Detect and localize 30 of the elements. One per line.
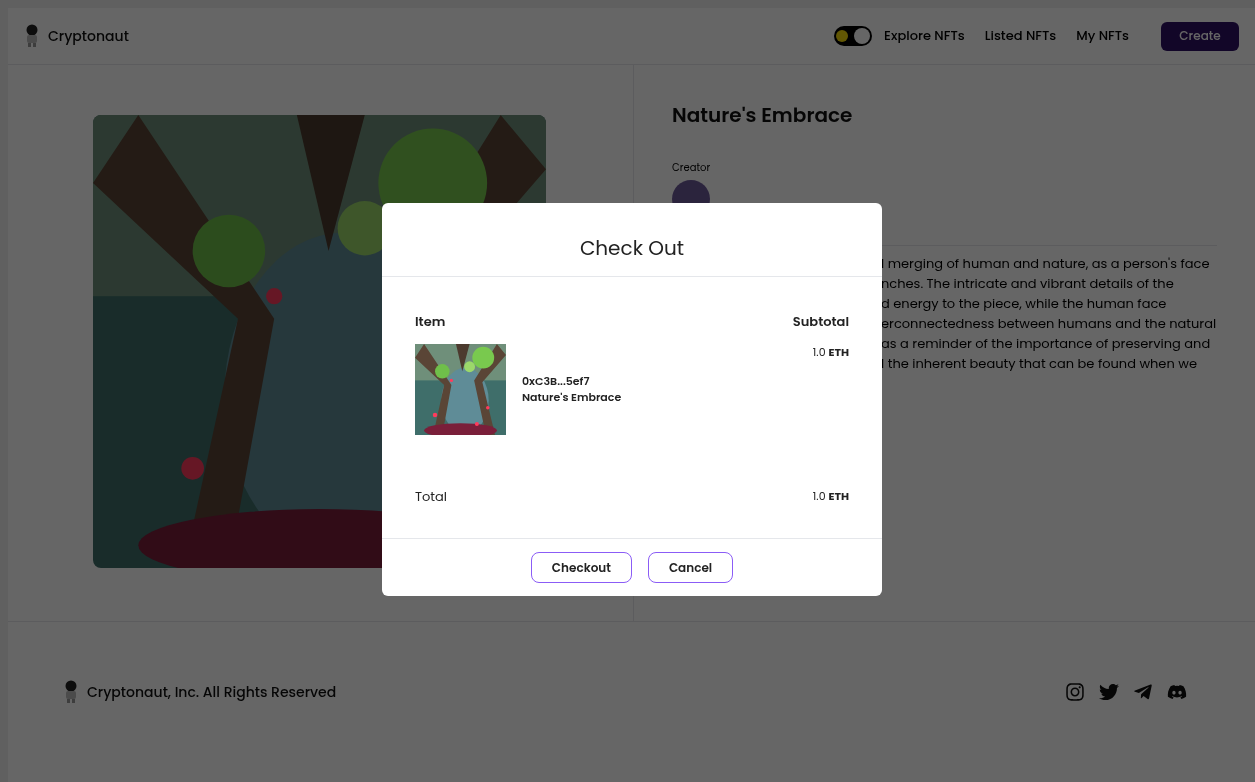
description-line: d energy to the piece, while the human face: [881, 294, 1168, 314]
nft-title: Nature's Embrace: [672, 100, 854, 130]
creator-label: Creator: [672, 160, 712, 175]
astronaut-logo-icon: [24, 24, 40, 48]
checkout-button[interactable]: Checkout: [530, 552, 632, 583]
total-price: 1.0 ETH: [812, 488, 849, 505]
nav-link[interactable]: My NFTs: [1076, 26, 1129, 46]
description-line: l merging of human and nature, as a person's face: [881, 254, 1211, 274]
sun-icon: [836, 30, 849, 42]
description-line: l the inherent beauty that can be found when we: [881, 354, 1198, 374]
twitter-icon[interactable]: [1099, 682, 1119, 702]
brand-name[interactable]: Cryptonaut: [48, 25, 129, 47]
create-button[interactable]: Create: [1161, 21, 1239, 51]
toggle-knob: [854, 28, 871, 44]
discord-icon[interactable]: [1167, 682, 1187, 702]
astronaut-logo-icon: [63, 680, 79, 704]
nav-link[interactable]: Listed NFTs: [984, 26, 1057, 46]
copyright-text: Cryptonaut, Inc. All Rights Reserved: [87, 681, 337, 703]
subtotal-header: Subtotal: [792, 312, 849, 332]
item-price: 1.0 ETH: [812, 343, 849, 362]
instagram-icon[interactable]: [1065, 682, 1085, 702]
telegram-icon[interactable]: [1133, 682, 1153, 702]
modal-title: Check Out: [579, 233, 685, 263]
description-line: nches. The intricate and vibrant details of the: [881, 274, 1175, 294]
description-line: as a reminder of the importance of preserving and: [881, 334, 1212, 354]
item-name: Nature's Embrace: [522, 389, 622, 406]
nav-link[interactable]: Explore NFTs: [884, 26, 965, 46]
cancel-button[interactable]: Cancel: [647, 552, 734, 583]
description-line: erconnectedness between humans and the natural: [881, 314, 1217, 334]
theme-toggle[interactable]: [834, 26, 873, 46]
